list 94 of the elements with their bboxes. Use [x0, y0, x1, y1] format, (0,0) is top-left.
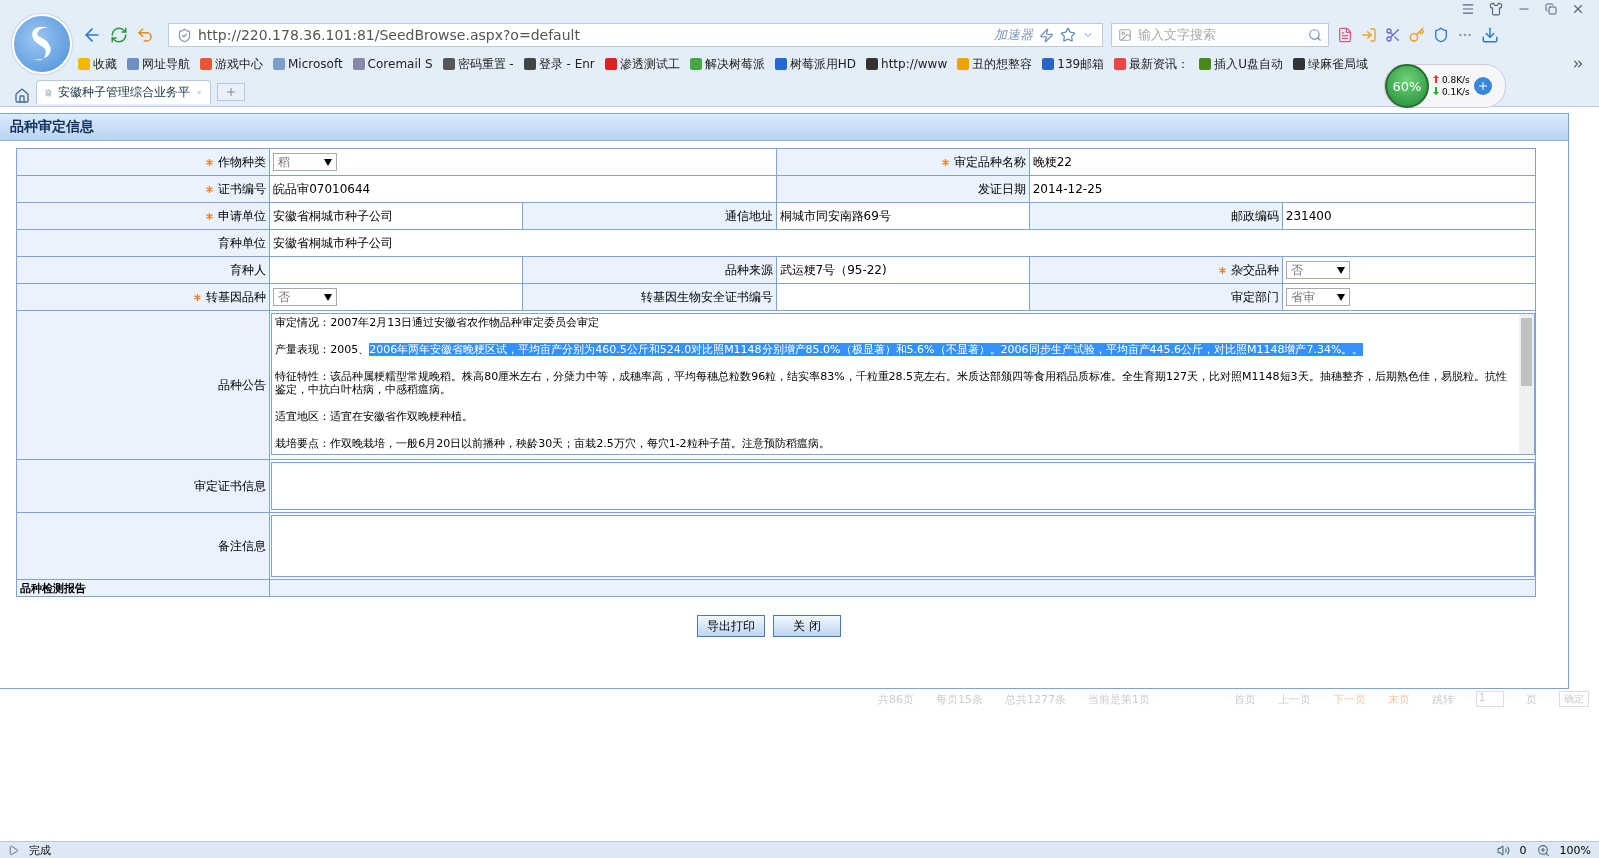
search-icon[interactable]: [1308, 28, 1322, 42]
field-label: 杂交品种: [1230, 261, 1279, 279]
speed-widget[interactable]: 60% 0.8K/s 0.1K/s: [1384, 64, 1506, 108]
announcement-paragraph: 特征特性：该品种属粳糯型常规晚稻。株高80厘米左右，分蘖力中等，成穗率高，平均每穗总粒数96粒，结实率83%，千粒重28.5克左右。米质达部颁四等食用稻品质标准。全生育期127天，比对照M1148短3天。抽穗整齐，后期熟色佳，易脱粒。抗性鉴定，中抗白叶枯病，中感稻瘟病。: [275, 370, 1508, 396]
speaker-icon[interactable]: [1496, 843, 1510, 857]
field-label: 通信地址: [724, 207, 773, 225]
address-bar[interactable]: http://220.178.36.101:81/SeedBrowse.aspx?o=default 加速器: [168, 23, 1103, 47]
announcement-paragraph: 栽培要点：作双晚栽培，一般6月20日以前播种，秧龄30天；亩栽2.5万穴，每穴1-2粒种子苗。注意预防稻瘟病。: [275, 437, 831, 450]
bookmark-link[interactable]: 丑的想整容: [957, 55, 1033, 73]
field-label: 邮政编码: [1230, 207, 1279, 225]
field-label: 转基因生物安全证书编号: [640, 288, 773, 306]
select-field[interactable]: 否: [1285, 261, 1350, 279]
bookmark-link[interactable]: 139邮箱: [1042, 55, 1105, 73]
announcement-paragraph: 产量表现：2005、2006年两年安徽省晚粳区试，平均亩产分别为460.5公斤和524.0对比照M1148分别增产85.0%（极显著）和5.6%（不显著）。2006同步生产试验，平均亩产445.6公斤，对比照M1148增产7.34%。。: [275, 343, 1365, 356]
scrollbar[interactable]: [1519, 314, 1534, 454]
bookmark-link[interactable]: 解决树莓派: [689, 55, 765, 73]
plus-icon: [225, 86, 237, 98]
bookmark-link[interactable]: 网址导航: [127, 55, 190, 73]
down-arrow-icon: [1433, 87, 1439, 95]
download-icon[interactable]: [1481, 26, 1499, 44]
select-field[interactable]: 省审: [1285, 288, 1350, 306]
bookmark-link[interactable]: 绿麻雀局域: [1292, 55, 1368, 73]
browser-logo[interactable]: [12, 14, 72, 74]
key-icon[interactable]: [1409, 27, 1425, 43]
field-label: 申请单位: [218, 207, 267, 225]
caret-icon: [324, 293, 333, 301]
zoom-level[interactable]: 100%: [1559, 843, 1591, 857]
refresh-icon[interactable]: [110, 26, 128, 44]
field-value: 安徽省桐城市种子公司: [273, 234, 394, 252]
field-value: 231400: [1285, 209, 1332, 223]
announcement-paragraph: 审定情况：2007年2月13日通过安徽省农作物品种审定委员会审定: [275, 316, 601, 329]
browser-tab[interactable]: 安徽种子管理综合业务平: [36, 80, 211, 104]
image-icon: [1118, 28, 1132, 42]
page-icon[interactable]: [1337, 27, 1353, 43]
field-value: 安徽省桐城市种子公司: [273, 207, 394, 225]
bookmark-link[interactable]: 密码重置 -: [442, 55, 514, 73]
field-label: 转基因品种: [206, 288, 267, 306]
field-label: 育种单位: [218, 234, 267, 252]
undo-icon[interactable]: [136, 26, 154, 44]
bookmark-link[interactable]: http://www: [866, 57, 948, 71]
bookmark-link[interactable]: 登录 - Enr: [523, 55, 595, 73]
blocked-count: 0: [1519, 843, 1527, 857]
field-value: 桐城市同安南路69号: [779, 207, 891, 225]
plus-icon[interactable]: [1476, 80, 1489, 92]
dialog-title: 品种审定信息: [10, 118, 94, 136]
field-label: 审定证书信息: [194, 477, 267, 495]
bookmark-link[interactable]: 游戏中心: [200, 55, 263, 73]
select-field[interactable]: 稻: [273, 153, 338, 171]
more-bookmarks-icon[interactable]: [1571, 57, 1585, 71]
bookmark-link[interactable]: Microsoft: [273, 57, 343, 71]
field-label: 备注信息: [218, 537, 267, 555]
shield-icon[interactable]: [1433, 27, 1449, 43]
star-icon[interactable]: [1060, 27, 1076, 43]
dialog-button[interactable]: 关 闭: [773, 615, 841, 637]
bookmark-link[interactable]: 树莓派用HD: [774, 55, 857, 73]
bookmark-link[interactable]: 最新资讯：: [1114, 55, 1190, 73]
bookmark-link[interactable]: 插入U盘自动: [1199, 55, 1283, 73]
field-value: 武运粳7号（95-22): [779, 261, 887, 279]
field-label: 品种公告: [218, 376, 267, 394]
bookmark-link[interactable]: 渗透测试工: [604, 55, 680, 73]
field-label: 证书编号: [218, 180, 267, 198]
caret-icon: [324, 158, 333, 166]
bookmark-link[interactable]: 收藏: [78, 55, 117, 73]
menu-icon[interactable]: [1461, 2, 1475, 16]
close-icon[interactable]: [1571, 2, 1585, 16]
new-tab-button[interactable]: [217, 83, 245, 101]
field-label: 发证日期: [977, 180, 1026, 198]
announcement-paragraph: 适宜地区：适宜在安徽省作双晚粳种植。: [275, 410, 475, 423]
scissors-icon[interactable]: [1385, 27, 1401, 43]
status-text: 完成: [29, 842, 51, 858]
dialog-button[interactable]: 导出打印: [697, 615, 765, 637]
field-label: 品种来源: [724, 261, 773, 279]
field-label: 审定部门: [1230, 288, 1279, 306]
select-field[interactable]: 否: [273, 288, 338, 306]
lightning-icon[interactable]: [1039, 27, 1054, 43]
sign-in-icon[interactable]: [1361, 27, 1377, 43]
field-value: 皖品审07010644: [273, 180, 371, 198]
field-label: 育种人: [230, 261, 267, 279]
text-area[interactable]: [271, 313, 1535, 455]
caret-icon: [1336, 266, 1345, 274]
zoom-icon[interactable]: [1536, 843, 1550, 857]
field-value: 晚粳22: [1032, 153, 1072, 171]
field-value: 2014-12-25: [1032, 182, 1103, 196]
caret-icon: [1336, 293, 1345, 301]
home-icon[interactable]: [14, 88, 30, 104]
up-arrow-icon: [1433, 75, 1439, 83]
field-label: 作物种类: [218, 153, 267, 171]
shield-icon: [177, 27, 192, 43]
play-icon[interactable]: [8, 844, 19, 856]
bookmark-link[interactable]: Coremail S: [352, 57, 433, 71]
field-label: 品种检测报告: [20, 580, 86, 596]
shirt-icon[interactable]: [1489, 2, 1503, 16]
field-label: 审定品种名称: [953, 153, 1026, 171]
restore-icon[interactable]: [1545, 3, 1557, 15]
